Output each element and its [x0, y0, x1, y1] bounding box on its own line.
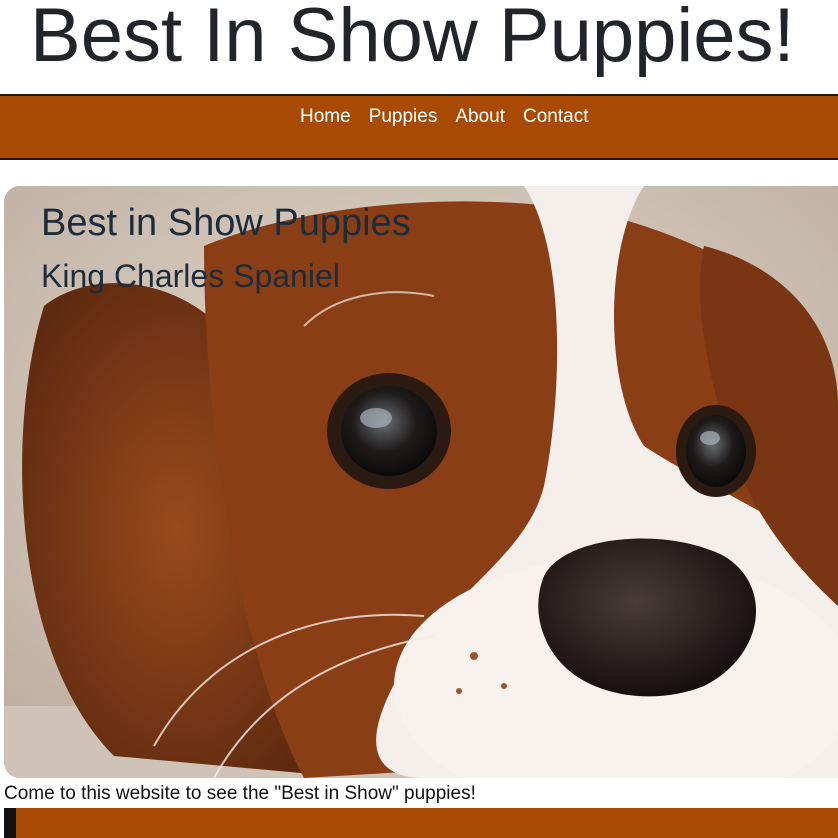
hero-banner: Best in Show Puppies King Charles Spanie… — [4, 186, 838, 778]
site-title: Best In Show Puppies! — [30, 0, 795, 78]
main-navbar: Home Puppies About Contact — [0, 94, 838, 160]
nav-list: Home Puppies About Contact — [300, 106, 607, 128]
nav-home-link[interactable]: Home — [300, 106, 351, 128]
hero-subtitle: King Charles Spaniel — [41, 258, 340, 294]
nav-about-link[interactable]: About — [455, 106, 505, 128]
footer-bar — [4, 808, 838, 838]
tagline-text: Come to this website to see the "Best in… — [4, 783, 476, 804]
nav-contact-link[interactable]: Contact — [523, 106, 588, 128]
nav-puppies-link[interactable]: Puppies — [369, 106, 438, 128]
hero-title: Best in Show Puppies — [41, 202, 411, 244]
